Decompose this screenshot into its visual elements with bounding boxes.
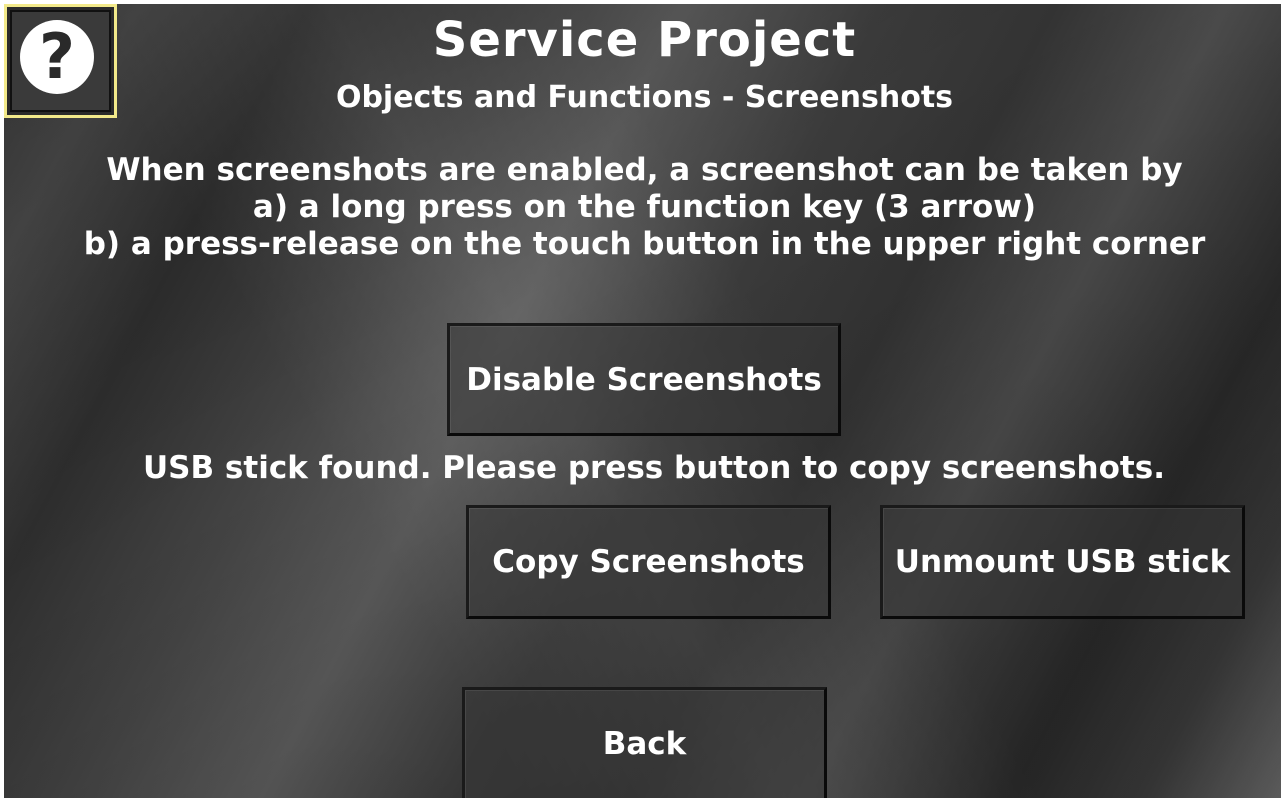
- usb-status-message: USB stick found. Please press button to …: [143, 450, 1165, 486]
- page-subtitle: Objects and Functions - Screenshots: [335, 80, 954, 115]
- instructions-line-3: b) a press-release on the touch button i…: [83, 226, 1206, 262]
- page-title: Service Project: [432, 12, 857, 68]
- unmount-usb-button[interactable]: Unmount USB stick: [880, 505, 1245, 619]
- back-button[interactable]: Back: [462, 687, 827, 798]
- instructions-line-2: a) a long press on the function key (3 a…: [252, 189, 1037, 225]
- screenshots-screen: ? Service Project Objects and Functions …: [4, 4, 1281, 798]
- instructions-text: When screenshots are enabled, a screensh…: [4, 152, 1281, 263]
- disable-screenshots-button[interactable]: Disable Screenshots: [447, 323, 841, 436]
- instructions-line-1: When screenshots are enabled, a screensh…: [106, 152, 1183, 188]
- copy-screenshots-button[interactable]: Copy Screenshots: [466, 505, 831, 619]
